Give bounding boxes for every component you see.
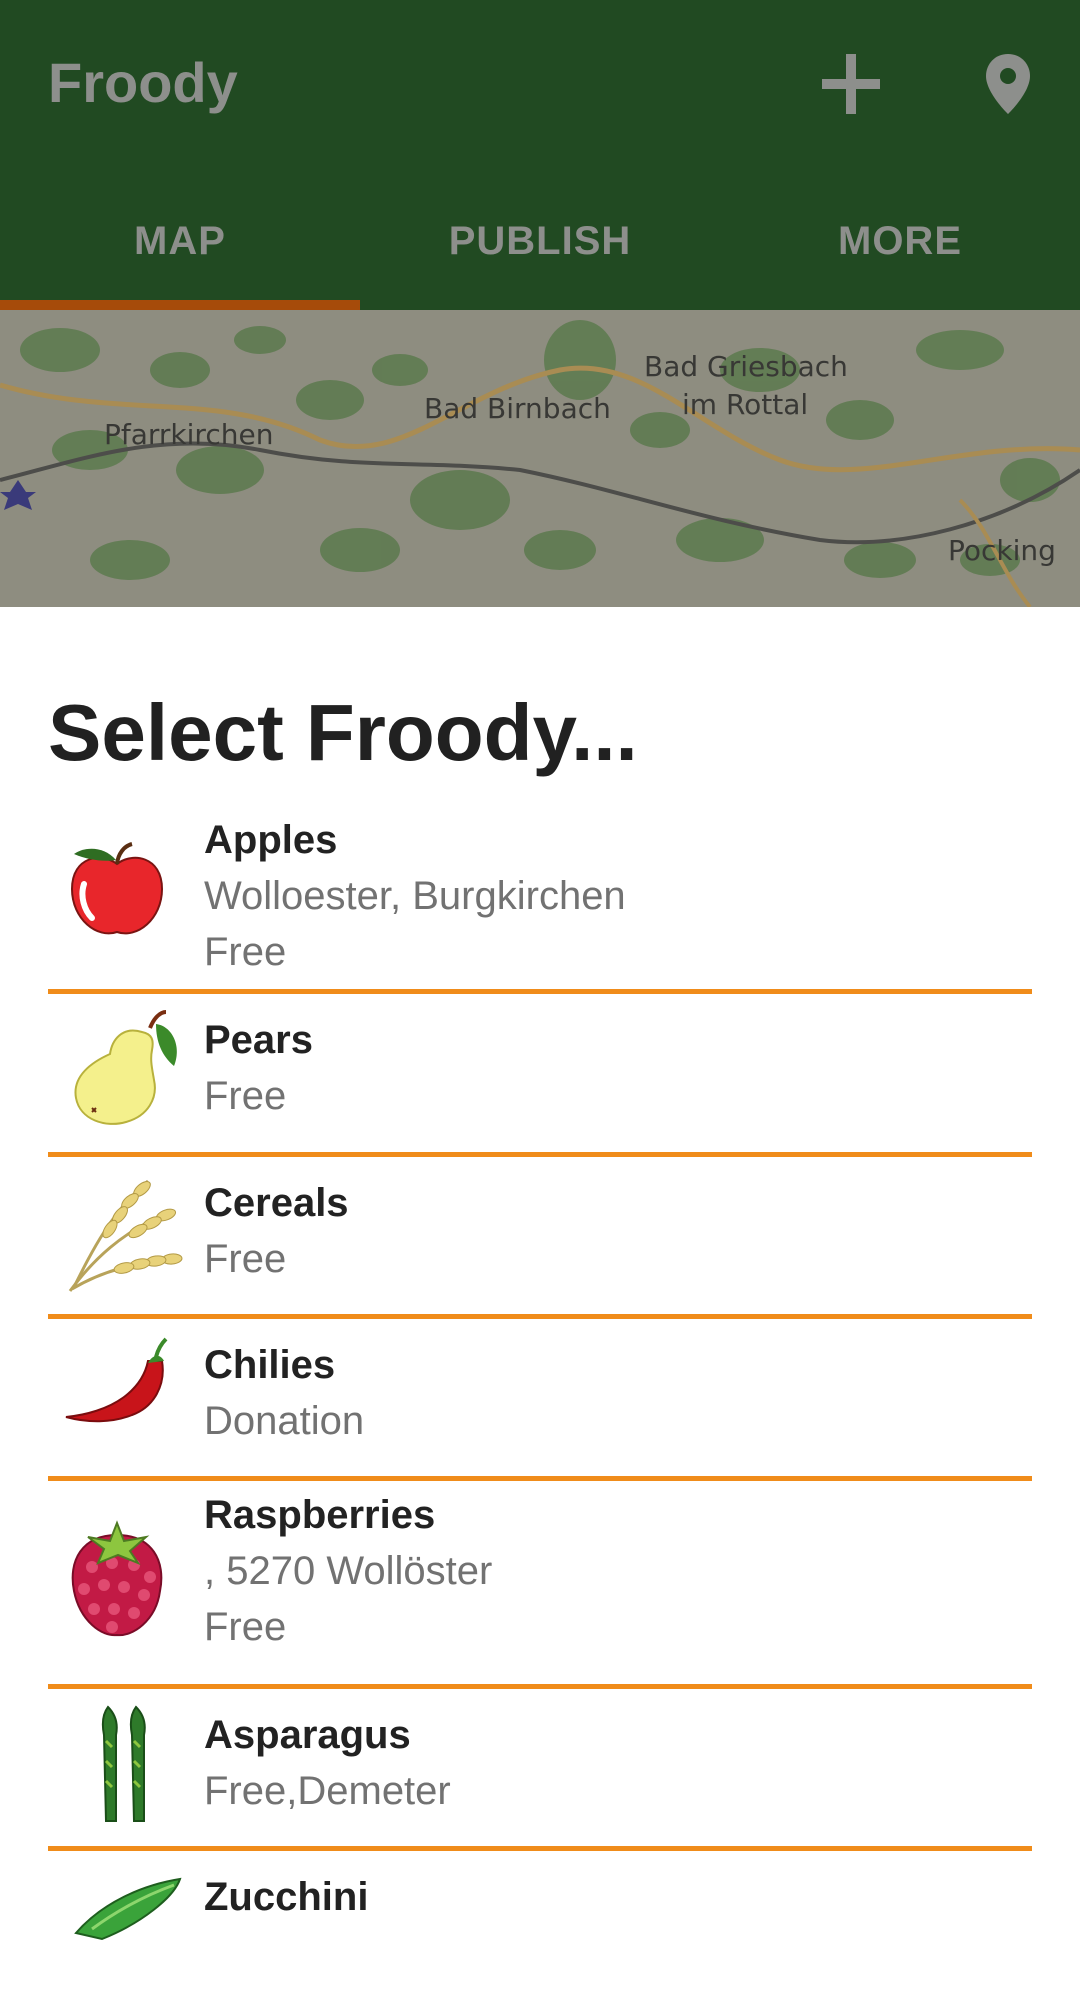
map-label: Pocking xyxy=(948,534,1056,567)
item-price: Free xyxy=(204,1237,287,1281)
tab-map[interactable]: MAP xyxy=(0,200,360,310)
wheat-icon xyxy=(62,1171,186,1300)
apple-icon xyxy=(62,834,172,949)
list-item-asparagus[interactable]: Asparagus Free,Demeter xyxy=(48,1689,1032,1851)
list-item-chilies[interactable]: Chilies Donation xyxy=(48,1319,1032,1481)
map-label: Pfarrkirchen xyxy=(104,418,274,451)
list-item-apples[interactable]: Apples Wolloester, Burgkirchen Free xyxy=(48,806,1032,994)
item-price: Free xyxy=(204,1605,287,1649)
item-name: Apples xyxy=(204,818,338,862)
map-label: Bad Birnbach xyxy=(424,392,611,425)
item-name: Pears xyxy=(204,1018,313,1062)
item-price: Donation xyxy=(204,1399,365,1443)
tab-bar: MAP PUBLISH MORE xyxy=(0,200,1080,310)
froody-selection-sheet: Select Froody... Apples Wolloester, Burg… xyxy=(0,607,1080,1941)
tab-more[interactable]: MORE xyxy=(720,200,1080,310)
item-name: Zucchini xyxy=(204,1875,369,1919)
chili-icon xyxy=(62,1335,186,1450)
zucchini-icon xyxy=(62,1863,186,1992)
list-item-cereals[interactable]: Cereals Free xyxy=(48,1157,1032,1319)
plus-icon[interactable] xyxy=(820,46,884,127)
item-name: Chilies xyxy=(204,1343,336,1387)
item-price: Free,Demeter xyxy=(204,1769,451,1813)
raspberry-icon xyxy=(62,1517,172,1646)
list-item-pears[interactable]: Pears Free xyxy=(48,994,1032,1157)
item-name: Raspberries xyxy=(204,1493,436,1537)
map-label: im Rottal xyxy=(682,388,809,421)
item-name: Cereals xyxy=(204,1181,349,1225)
item-location: , 5270 Wollöster xyxy=(204,1549,493,1593)
tab-indicator xyxy=(0,300,360,310)
sheet-title: Select Froody... xyxy=(48,688,638,777)
tab-publish[interactable]: PUBLISH xyxy=(360,200,720,310)
item-location: Wolloester, Burgkirchen xyxy=(204,874,626,918)
item-name: Asparagus xyxy=(204,1713,411,1757)
list-item-raspberries[interactable]: Raspberries , 5270 Wollöster Free xyxy=(48,1481,1032,1689)
pear-icon xyxy=(62,1006,186,1135)
app-toolbar: Froody MAP PUBLISH MORE xyxy=(0,0,1080,310)
list-item-zucchini[interactable]: Zucchini xyxy=(48,1851,1032,1971)
asparagus-icon xyxy=(62,1701,186,1830)
location-pin-icon[interactable] xyxy=(984,46,1032,127)
item-price: Free xyxy=(204,1074,287,1118)
app-title: Froody xyxy=(48,51,238,114)
map-label: Bad Griesbach xyxy=(644,350,848,383)
item-price: Free xyxy=(204,930,287,974)
map-view[interactable]: Bad Griesbach im Rottal Bad Birnbach Pfa… xyxy=(0,310,1080,607)
